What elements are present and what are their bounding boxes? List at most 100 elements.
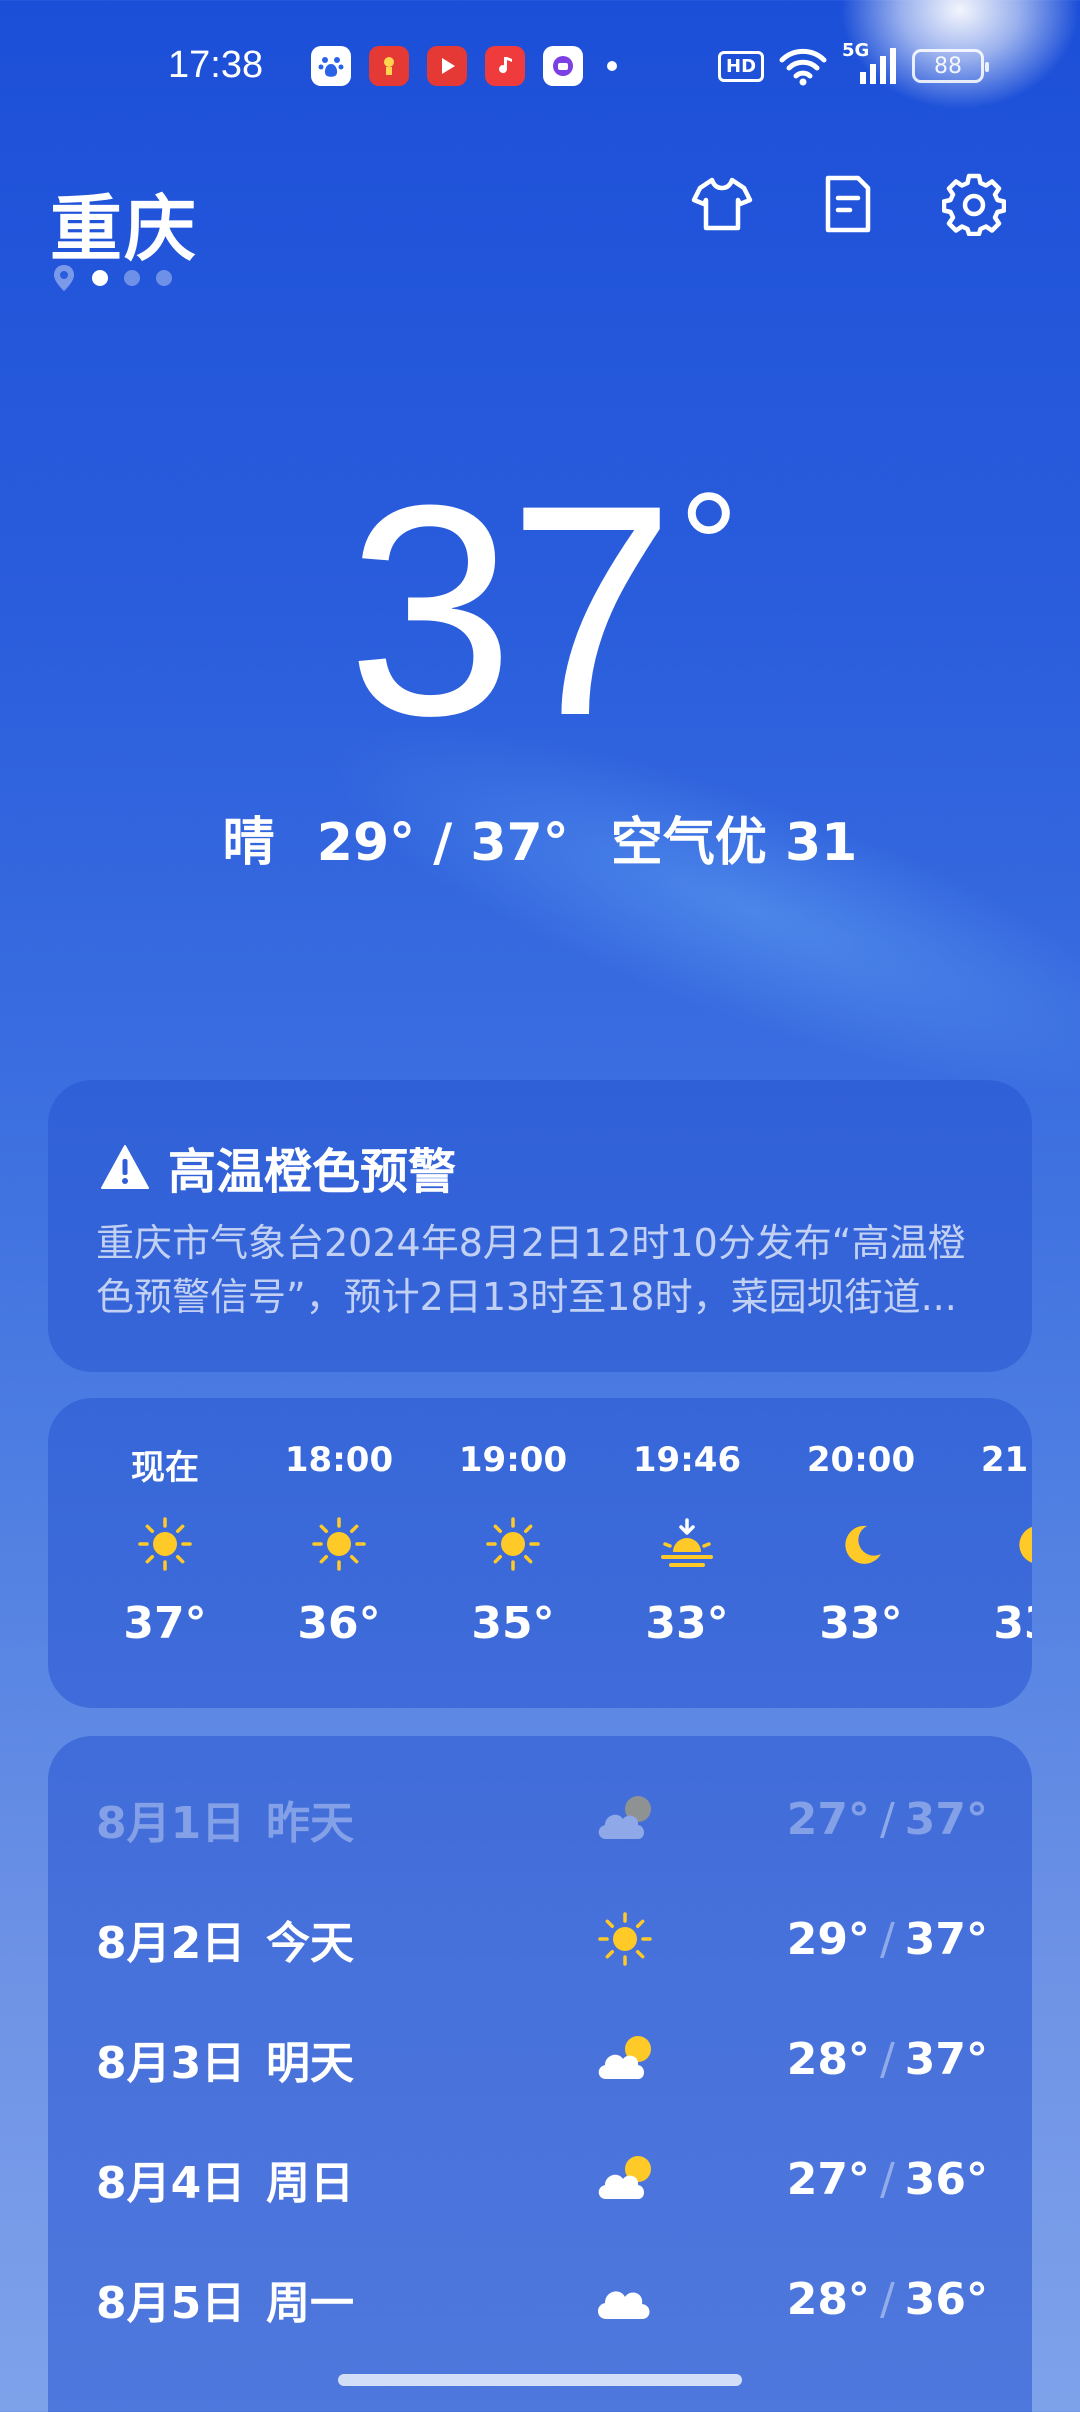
sun-icon bbox=[592, 1909, 658, 1969]
hourly-forecast-card[interactable]: 现在 37° 18:00 36° 19:00 35° 19:46 33° 20:… bbox=[48, 1398, 1032, 1708]
daily-high: 36° bbox=[904, 2153, 988, 2205]
alert-title-row: 高温橙色预警 bbox=[100, 1132, 456, 1202]
moon-icon bbox=[831, 1514, 891, 1574]
daily-high: 37° bbox=[904, 1913, 988, 1965]
daily-low: 27° bbox=[786, 1793, 870, 1845]
hourly-item: 现在 37° bbox=[78, 1440, 252, 1649]
daily-temps: 28°/37° bbox=[787, 2034, 988, 2085]
hourly-temp: 35° bbox=[471, 1598, 555, 1649]
home-indicator[interactable] bbox=[338, 2374, 742, 2386]
daily-day-name: 今天 bbox=[266, 1918, 354, 1969]
hourly-time: 20:00 bbox=[806, 1440, 916, 1480]
daily-forecast-card[interactable]: 8月1日 昨天 27°/37° 8月2日 今天 29°/37° 8月3日 明天 … bbox=[48, 1736, 1032, 2412]
hourly-list[interactable]: 现在 37° 18:00 36° 19:00 35° 19:46 33° 20:… bbox=[78, 1440, 1032, 1649]
hourly-temp: 37° bbox=[123, 1598, 207, 1649]
current-temp-value: 37 bbox=[347, 442, 675, 778]
degree-symbol: ° bbox=[678, 461, 739, 629]
daily-day-name: 昨天 bbox=[266, 1798, 354, 1849]
location-pin-icon bbox=[54, 265, 74, 291]
hourly-time: 19:46 bbox=[632, 1440, 742, 1480]
temp-separator: / bbox=[879, 2153, 895, 2205]
today-range: 29° / 37° bbox=[316, 813, 569, 873]
current-temperature: 37° bbox=[0, 460, 1080, 760]
air-quality[interactable]: 空气优 31 bbox=[611, 813, 857, 873]
gear-icon[interactable] bbox=[942, 172, 1006, 236]
daily-row[interactable]: 8月1日 昨天 27°/37° bbox=[96, 1784, 988, 1854]
hd-icon: HD bbox=[718, 50, 765, 82]
daily-low: 28° bbox=[786, 2033, 870, 2085]
video-icon bbox=[427, 46, 467, 86]
status-indicators: HD 5G 88 bbox=[718, 40, 990, 86]
daily-high: 37° bbox=[904, 2033, 988, 2085]
daily-temps: 29°/37° bbox=[787, 1914, 988, 1965]
tshirt-icon[interactable] bbox=[690, 172, 754, 236]
hourly-temp: 33° bbox=[819, 1598, 903, 1649]
cloud-sun-icon bbox=[592, 2149, 658, 2209]
notes-icon[interactable] bbox=[816, 172, 880, 236]
current-condition: 晴 bbox=[222, 813, 275, 873]
music-icon bbox=[485, 46, 525, 86]
hourly-item: 19:46 33° bbox=[600, 1440, 774, 1649]
cloud-sun-icon bbox=[592, 1789, 658, 1849]
status-bar: 17:38 HD 5G 88 bbox=[0, 38, 1080, 98]
daily-row[interactable]: 8月2日 今天 29°/37° bbox=[96, 1904, 988, 1974]
daily-high: 37° bbox=[904, 1793, 988, 1845]
alert-description: 重庆市气象台2024年8月2日12时10分发布“高温橙色预警信号”，预计2日13… bbox=[96, 1221, 966, 1319]
hourly-time: 19:00 bbox=[458, 1440, 568, 1480]
cloud-sun-icon bbox=[592, 2029, 658, 2089]
sun-icon bbox=[309, 1514, 369, 1574]
battery-indicator: 88 bbox=[912, 49, 990, 83]
weather-summary[interactable]: 晴 29° / 37° 空气优 31 bbox=[0, 800, 1080, 875]
hourly-temp: 33° bbox=[645, 1598, 729, 1649]
hourly-time: 现在 bbox=[131, 1448, 199, 1488]
sunset-icon bbox=[657, 1514, 717, 1574]
temp-separator: / bbox=[879, 2273, 895, 2325]
daily-low: 28° bbox=[786, 2273, 870, 2325]
daily-date: 8月3日 bbox=[96, 2038, 246, 2089]
purple-app-icon bbox=[543, 46, 583, 86]
daily-temps: 28°/36° bbox=[787, 2274, 988, 2325]
city-name[interactable]: 重庆 bbox=[50, 170, 198, 275]
header-actions bbox=[690, 172, 1006, 236]
hourly-temp: 33° bbox=[993, 1598, 1032, 1649]
daily-date: 8月4日 bbox=[96, 2158, 246, 2209]
page-dot-3 bbox=[156, 270, 172, 286]
daily-high: 36° bbox=[904, 2273, 988, 2325]
more-notifications-dot bbox=[607, 61, 617, 71]
hourly-time: 18:00 bbox=[284, 1440, 394, 1480]
red-envelope-icon bbox=[369, 46, 409, 86]
daily-row[interactable]: 8月3日 明天 28°/37° bbox=[96, 2024, 988, 2094]
daily-date: 8月1日 bbox=[96, 1798, 246, 1849]
page-dot-2 bbox=[124, 270, 140, 286]
baidu-icon bbox=[311, 46, 351, 86]
daily-row[interactable]: 8月4日 周日 27°/36° bbox=[96, 2144, 988, 2214]
alert-title: 高温橙色预警 bbox=[168, 1144, 457, 1200]
status-time: 17:38 bbox=[168, 44, 264, 86]
notification-icons bbox=[311, 46, 617, 86]
daily-low: 27° bbox=[786, 2153, 870, 2205]
weather-alert-card[interactable]: 高温橙色预警 重庆市气象台2024年8月2日12时10分发布“高温橙色预警信号”… bbox=[48, 1080, 1032, 1372]
temp-separator: / bbox=[879, 2033, 895, 2085]
wifi-icon bbox=[779, 48, 827, 86]
hourly-item: 19:00 35° bbox=[426, 1440, 600, 1649]
signal-icon: 5G bbox=[842, 40, 898, 86]
daily-low: 29° bbox=[786, 1913, 870, 1965]
daily-day-name: 周日 bbox=[266, 2158, 354, 2209]
moon-icon bbox=[1005, 1514, 1032, 1574]
daily-date: 8月5日 bbox=[96, 2278, 246, 2329]
cloud-icon bbox=[592, 2269, 658, 2329]
battery-level: 88 bbox=[934, 53, 963, 79]
daily-temps: 27°/36° bbox=[787, 2154, 988, 2205]
daily-temps: 27°/37° bbox=[787, 1794, 988, 1845]
daily-date: 8月2日 bbox=[96, 1918, 246, 1969]
warning-icon bbox=[101, 1145, 149, 1189]
city-page-indicator bbox=[52, 264, 172, 292]
daily-row[interactable]: 8月5日 周一 28°/36° bbox=[96, 2264, 988, 2334]
daily-day-name: 周一 bbox=[266, 2278, 354, 2329]
temp-separator: / bbox=[879, 1913, 895, 1965]
hourly-temp: 36° bbox=[297, 1598, 381, 1649]
sun-icon bbox=[483, 1514, 543, 1574]
hourly-item: 18:00 36° bbox=[252, 1440, 426, 1649]
daily-day-name: 明天 bbox=[266, 2038, 354, 2089]
temp-separator: / bbox=[879, 1793, 895, 1845]
